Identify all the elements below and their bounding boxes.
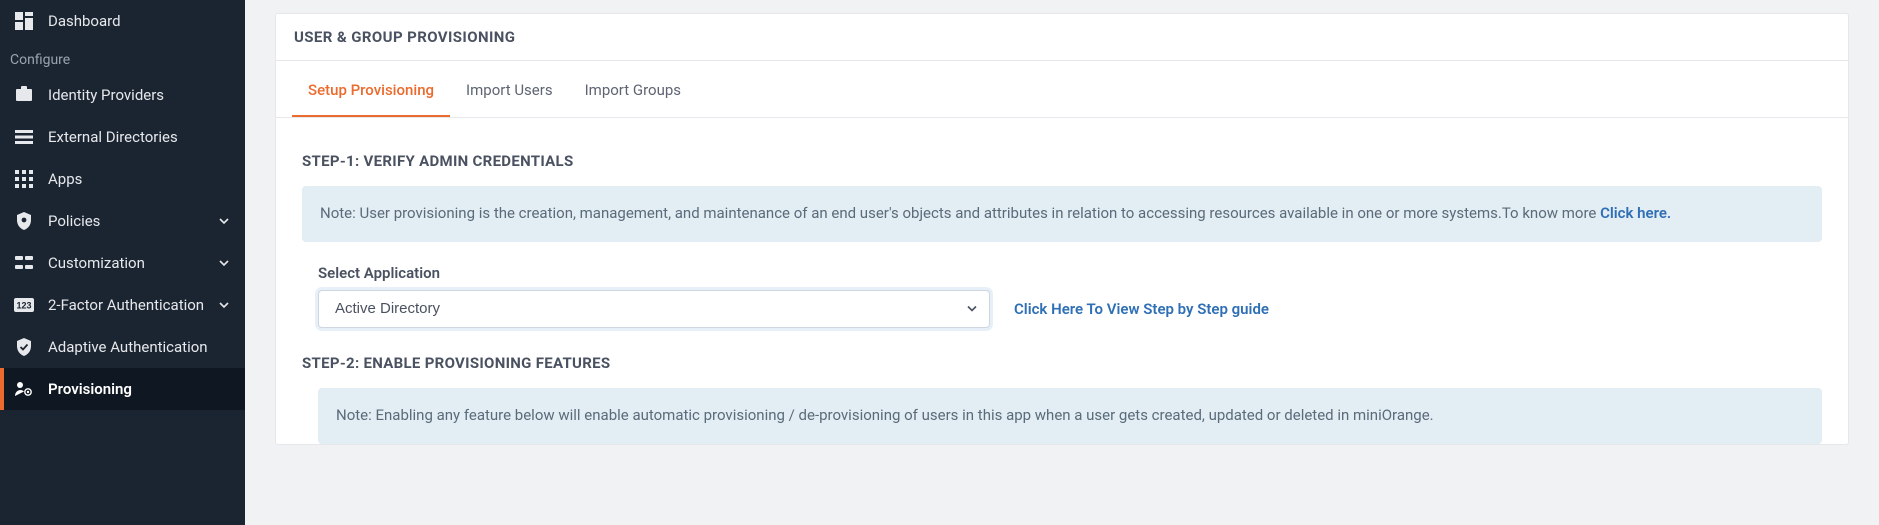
tabs: Setup Provisioning Import Users Import G…: [276, 61, 1848, 118]
shield-check-icon: [14, 337, 34, 357]
sidebar-item-label: Identity Providers: [48, 86, 231, 104]
chevron-down-icon: [217, 298, 231, 312]
sidebar-item-label: Customization: [48, 254, 217, 272]
sidebar-item-external-directories[interactable]: External Directories: [0, 116, 245, 158]
step1-note: Note: User provisioning is the creation,…: [302, 186, 1822, 242]
card-title: USER & GROUP PROVISIONING: [276, 14, 1848, 61]
sidebar-item-adaptive-auth[interactable]: Adaptive Authentication: [0, 326, 245, 368]
tab-setup-provisioning[interactable]: Setup Provisioning: [292, 61, 450, 117]
provisioning-card: USER & GROUP PROVISIONING Setup Provisio…: [275, 13, 1849, 445]
sidebar-item-dashboard[interactable]: Dashboard: [0, 0, 245, 42]
step2-title: STEP-2: ENABLE PROVISIONING FEATURES: [302, 354, 1822, 372]
note-text: Note: User provisioning is the creation,…: [320, 204, 1600, 222]
step1-title: STEP-1: VERIFY ADMIN CREDENTIALS: [302, 152, 1822, 170]
shield-icon: [14, 211, 34, 231]
select-application-wrap: [318, 290, 990, 328]
numeric-badge-icon: 123: [14, 295, 34, 315]
sidebar-item-apps[interactable]: Apps: [0, 158, 245, 200]
sidebar-item-label: Policies: [48, 212, 217, 230]
sidebar-item-label: 2-Factor Authentication: [48, 296, 217, 314]
svg-text:123: 123: [16, 301, 31, 311]
sidebar-item-2fa[interactable]: 123 2-Factor Authentication: [0, 284, 245, 326]
sidebar-item-customization[interactable]: Customization: [0, 242, 245, 284]
chevron-down-icon: [217, 214, 231, 228]
sidebar-item-provisioning[interactable]: Provisioning: [0, 368, 245, 410]
tab-content: STEP-1: VERIFY ADMIN CREDENTIALS Note: U…: [276, 118, 1848, 444]
step2-note: Note: Enabling any feature below will en…: [318, 388, 1822, 444]
select-application-label: Select Application: [318, 264, 990, 282]
sidebar-item-label: Dashboard: [48, 12, 231, 30]
main-content: USER & GROUP PROVISIONING Setup Provisio…: [245, 0, 1879, 525]
users-gear-icon: [14, 379, 34, 399]
sidebar-item-label: Apps: [48, 170, 231, 188]
sidebar-item-label: Provisioning: [48, 380, 231, 398]
chevron-down-icon: [217, 256, 231, 270]
sidebar-item-identity-providers[interactable]: Identity Providers: [0, 74, 245, 116]
step-guide-link[interactable]: Click Here To View Step by Step guide: [1014, 300, 1269, 318]
apps-grid-icon: [14, 169, 34, 189]
tab-import-groups[interactable]: Import Groups: [569, 61, 697, 117]
dashboard-icon: [14, 11, 34, 31]
toggles-icon: [14, 253, 34, 273]
sidebar-item-label: Adaptive Authentication: [48, 338, 231, 356]
sidebar-item-policies[interactable]: Policies: [0, 200, 245, 242]
sidebar-section-configure: Configure: [0, 42, 245, 74]
select-application-dropdown[interactable]: [318, 290, 990, 328]
tab-import-users[interactable]: Import Users: [450, 61, 569, 117]
learn-more-link[interactable]: Click here.: [1600, 204, 1671, 222]
list-icon: [14, 127, 34, 147]
id-card-icon: [14, 85, 34, 105]
sidebar-item-label: External Directories: [48, 128, 231, 146]
sidebar: Dashboard Configure Identity Providers E…: [0, 0, 245, 525]
